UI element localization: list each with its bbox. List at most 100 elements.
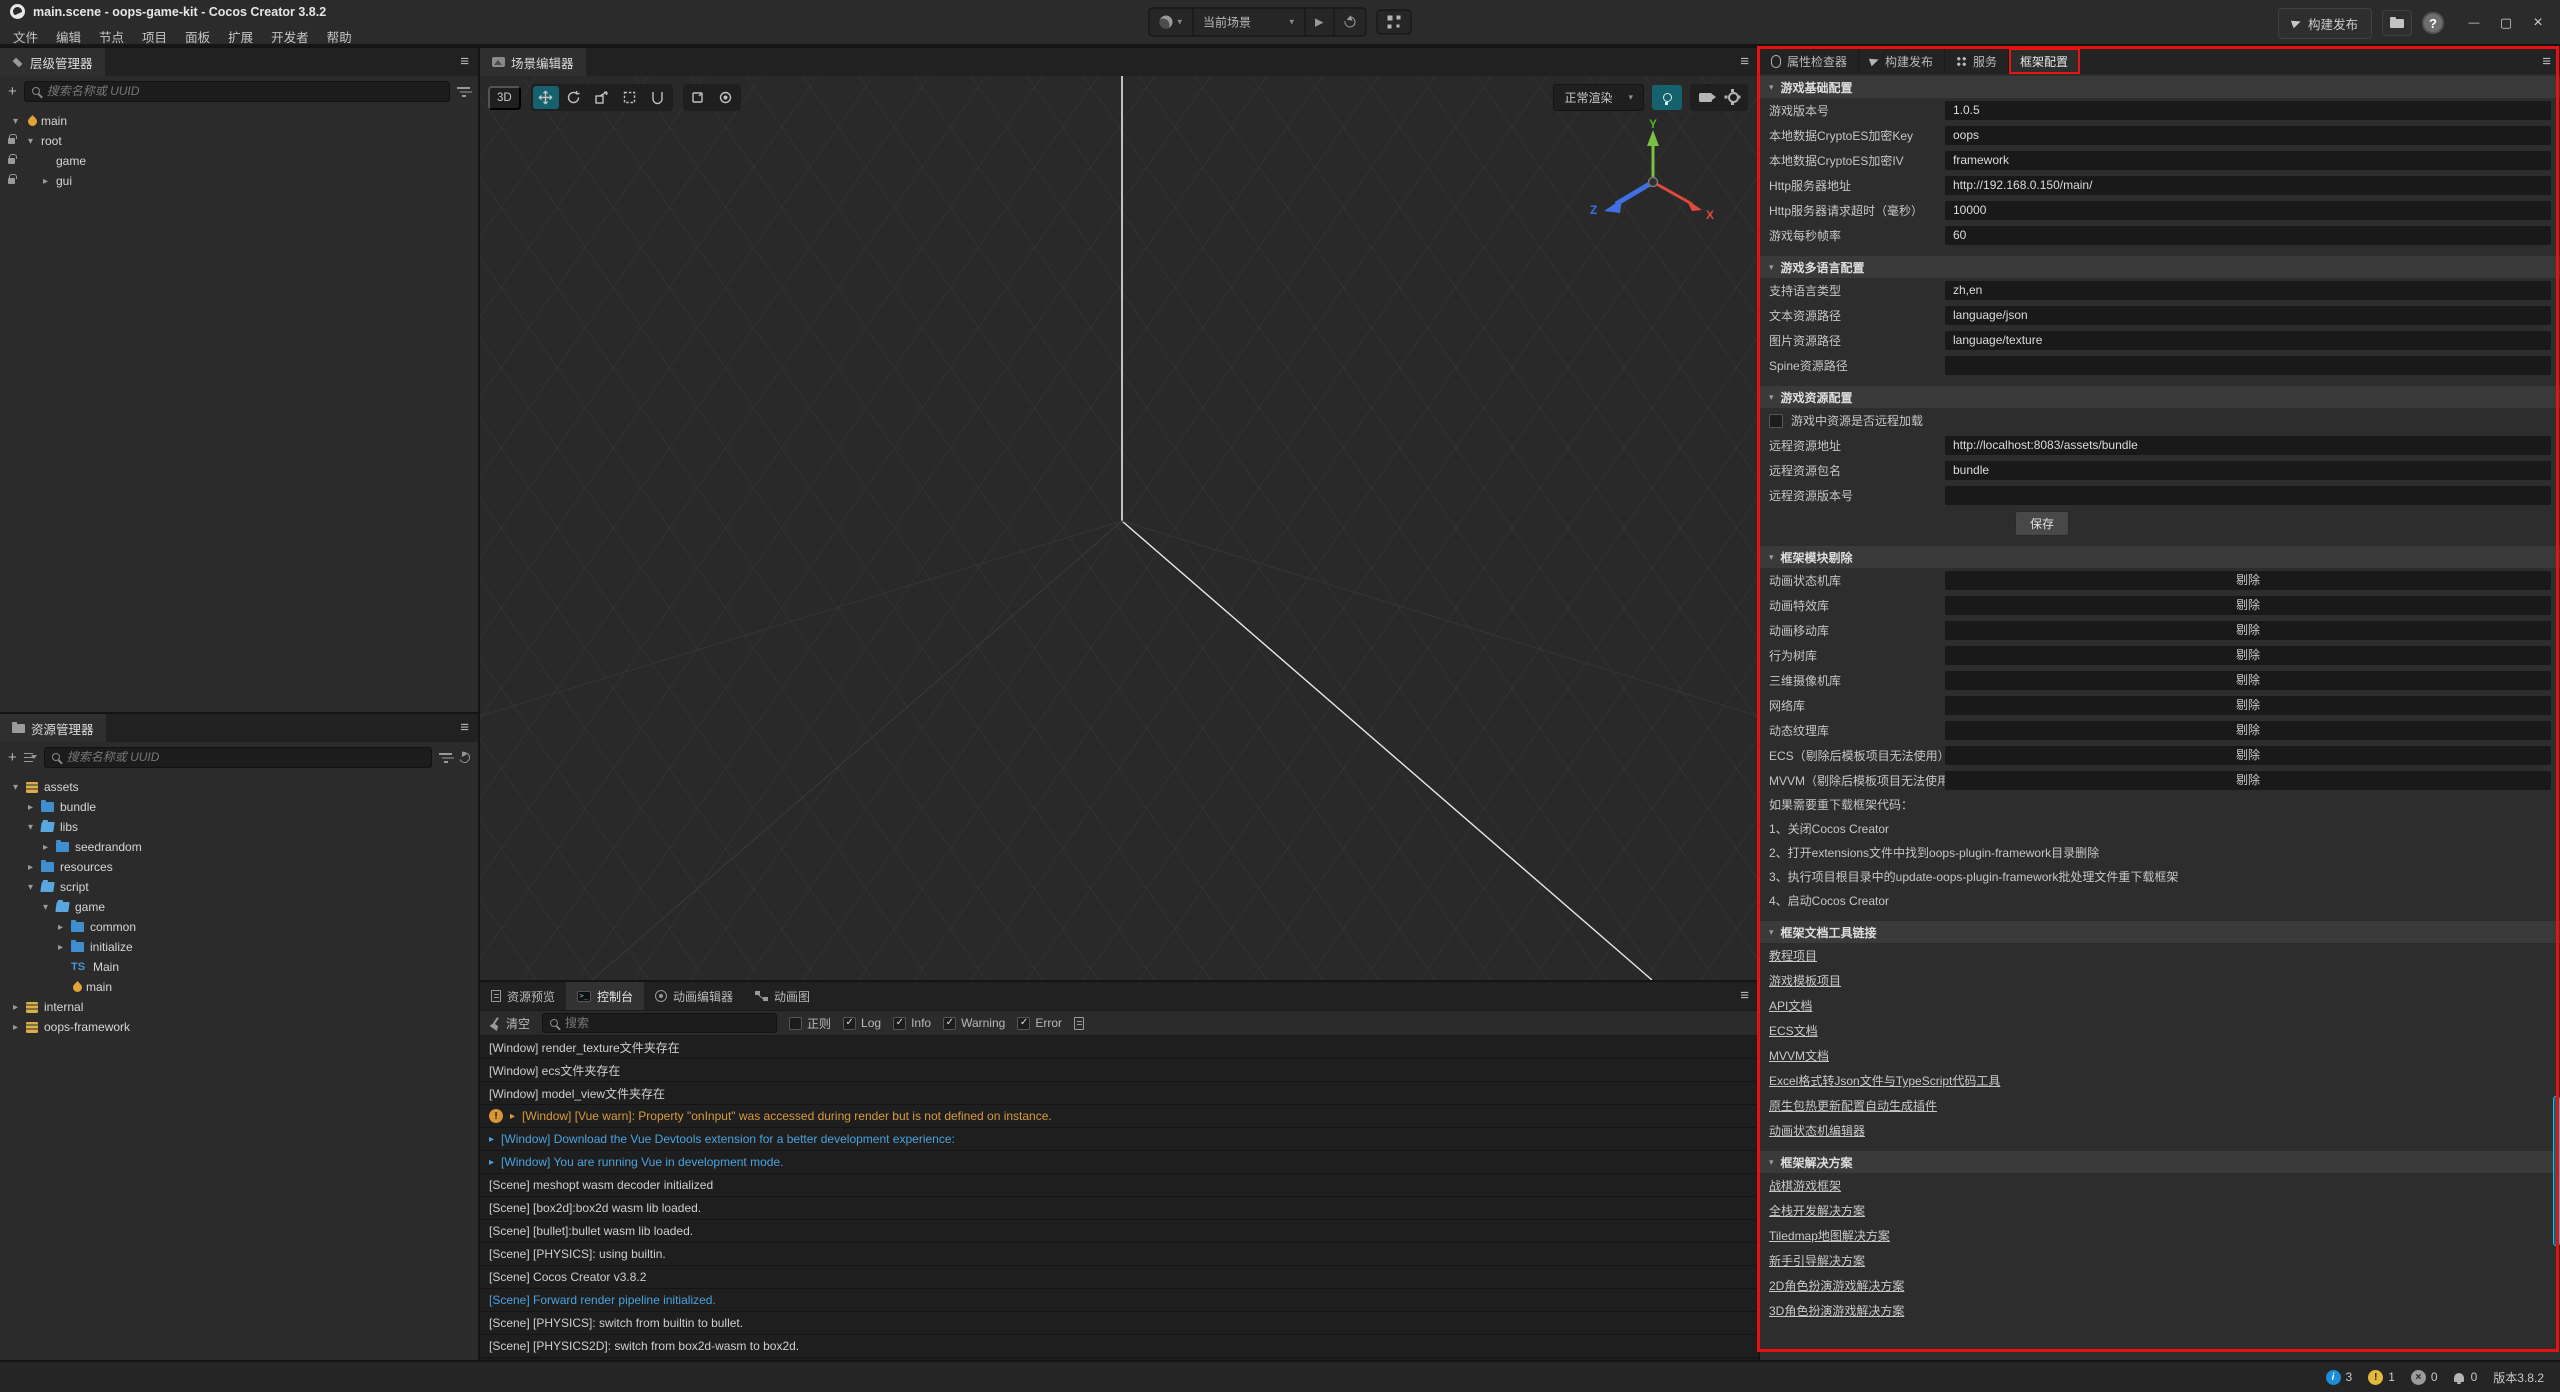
log-row[interactable]: ! ▸ [Window] Download the Vue Devtools e… (480, 1128, 1758, 1151)
solution-link[interactable]: Tiledmap地图解决方案 (1769, 1227, 1890, 1244)
field-input[interactable]: 1.0.5 (1945, 101, 2551, 120)
tree-item[interactable]: root (0, 131, 478, 151)
tree-item[interactable]: bundle (0, 797, 478, 817)
expand-arrow-icon[interactable] (43, 902, 56, 913)
scrollbar-thumb[interactable] (2553, 1096, 2560, 1246)
solution-link[interactable]: 2D角色扮演游戏解决方案 (1769, 1277, 1904, 1294)
menu-item[interactable]: 开发者 (262, 25, 318, 48)
restart-preview-button[interactable] (1335, 9, 1366, 36)
field-input[interactable]: zh,en (1945, 281, 2551, 300)
sort-icon[interactable] (24, 752, 37, 763)
panel-menu-icon[interactable]: ≡ (1740, 987, 1749, 1004)
menu-item[interactable]: 文件 (4, 25, 47, 48)
rotate-tool-button[interactable] (561, 86, 587, 109)
scene-select-dropdown[interactable]: 当前场景▾ (1193, 9, 1305, 36)
open-log-file-button[interactable] (1074, 1017, 1084, 1030)
minimize-button[interactable] (2460, 10, 2488, 36)
section-solutions[interactable]: 框架解决方案 (1760, 1151, 2560, 1173)
scene-settings-button[interactable] (1720, 86, 1746, 109)
scale-tool-button[interactable] (589, 86, 615, 109)
log-filter-checkbox[interactable]: Info (893, 1016, 931, 1030)
field-input[interactable]: bundle (1945, 461, 2551, 480)
pivot-toggle-button[interactable] (685, 86, 711, 109)
expand-arrow-icon[interactable] (13, 116, 26, 127)
menu-item[interactable]: 扩展 (219, 25, 262, 48)
expand-arrow-icon[interactable] (28, 802, 41, 813)
console-log-list[interactable]: ! ▸ [Window] render_texture文件夹存在 ! ▸ [Wi… (480, 1036, 1758, 1360)
error-count[interactable]: ×0 (2411, 1370, 2438, 1385)
maximize-button[interactable] (2492, 10, 2520, 36)
log-row[interactable]: ! ▸ [Window] [Vue warn]: Property "onInp… (480, 1105, 1758, 1128)
preview-qr-button[interactable] (1377, 10, 1412, 35)
doc-link[interactable]: Excel格式转Json文件与TypeScript代码工具 (1769, 1072, 2000, 1089)
panel-menu-icon[interactable]: ≡ (460, 53, 469, 70)
inspector-tab[interactable]: 框架配置 (2009, 48, 2080, 74)
console-tab[interactable]: 动画图 (744, 982, 821, 1010)
console-tab[interactable]: 动画编辑器 (644, 982, 744, 1010)
console-tab[interactable]: 资源预览 (480, 982, 566, 1010)
expand-arrow-icon[interactable] (28, 862, 41, 873)
expand-arrow-icon[interactable] (13, 1022, 26, 1033)
tree-item[interactable]: game (0, 151, 478, 171)
expand-arrow-icon[interactable] (28, 882, 41, 893)
solution-link[interactable]: 全栈开发解决方案 (1769, 1202, 1865, 1219)
tree-item[interactable]: gui (0, 171, 478, 191)
tab-scene-editor[interactable]: 场景编辑器 (480, 48, 586, 76)
solution-link[interactable]: 战棋游戏框架 (1769, 1177, 1841, 1194)
tree-item[interactable]: libs (0, 817, 478, 837)
tree-item[interactable]: Main (0, 957, 478, 977)
field-input[interactable]: 60 (1945, 226, 2551, 245)
doc-link[interactable]: 教程项目 (1769, 947, 1817, 964)
expand-arrow-icon[interactable] (43, 176, 56, 187)
panel-menu-icon[interactable]: ≡ (460, 719, 469, 736)
log-filter-checkbox[interactable]: Error (1017, 1016, 1062, 1030)
field-input[interactable]: http://localhost:8083/assets/bundle (1945, 436, 2551, 455)
doc-link[interactable]: API文档 (1769, 997, 1812, 1014)
field-input[interactable]: language/json (1945, 306, 2551, 325)
expand-arrow-icon[interactable] (58, 922, 71, 933)
log-row[interactable]: ! ▸ [Scene] [PHYSICS]: using builtin. (480, 1243, 1758, 1266)
log-row[interactable]: ! ▸ [Window] ecs文件夹存在 (480, 1059, 1758, 1082)
module-remove-button[interactable]: 剔除 (1945, 621, 2551, 640)
field-input[interactable]: oops (1945, 126, 2551, 145)
doc-link[interactable]: MVVM文档 (1769, 1047, 1829, 1064)
console-search-input[interactable] (565, 1016, 769, 1030)
field-input[interactable]: http://192.168.0.150/main/ (1945, 176, 2551, 195)
close-button[interactable] (2524, 10, 2552, 36)
section-language-config[interactable]: 游戏多语言配置 (1760, 256, 2560, 278)
section-resource-config[interactable]: 游戏资源配置 (1760, 386, 2560, 408)
menu-item[interactable]: 节点 (90, 25, 133, 48)
module-remove-button[interactable]: 剔除 (1945, 646, 2551, 665)
module-remove-button[interactable]: 剔除 (1945, 771, 2551, 790)
log-row[interactable]: ! ▸ [Scene] [PHYSICS2D]: switch from box… (480, 1335, 1758, 1358)
doc-link[interactable]: ECS文档 (1769, 1022, 1818, 1039)
solution-link[interactable]: 新手引导解决方案 (1769, 1252, 1865, 1269)
log-row[interactable]: ! ▸ [Scene] [box2d]:box2d wasm lib loade… (480, 1197, 1758, 1220)
filter-icon[interactable] (457, 86, 470, 97)
log-row[interactable]: ! ▸ [Scene] Forward render pipeline init… (480, 1289, 1758, 1312)
field-input[interactable] (1945, 486, 2551, 505)
scene-viewport[interactable]: 3D 正常渲染▾ (480, 76, 1758, 980)
section-doc-links[interactable]: 框架文档工具链接 (1760, 921, 2560, 943)
preview-device-dropdown[interactable]: ▾ (1150, 9, 1194, 36)
log-row[interactable]: ! ▸ [Scene] [PHYSICS]: switch from built… (480, 1312, 1758, 1335)
field-input[interactable]: language/texture (1945, 331, 2551, 350)
tree-item[interactable]: game (0, 897, 478, 917)
field-input[interactable] (1945, 356, 2551, 375)
log-row[interactable]: ! ▸ [Scene] [bullet]:bullet wasm lib loa… (480, 1220, 1758, 1243)
inspector-tab[interactable]: 服务 (1945, 48, 2009, 74)
expand-arrow-icon[interactable] (28, 822, 41, 833)
tab-hierarchy[interactable]: 层级管理器 (0, 48, 105, 76)
log-filter-checkbox[interactable]: Log (843, 1016, 881, 1030)
tree-item[interactable]: oops-framework (0, 1017, 478, 1037)
menu-item[interactable]: 帮助 (318, 25, 361, 48)
solution-link[interactable]: 3D角色扮演游戏解决方案 (1769, 1302, 1904, 1319)
log-row[interactable]: ! ▸ [Scene] Cocos Creator v3.8.2 (480, 1266, 1758, 1289)
open-project-folder-button[interactable] (2382, 10, 2412, 36)
section-module-strip[interactable]: 框架模块剔除 (1760, 546, 2560, 568)
tree-item[interactable]: initialize (0, 937, 478, 957)
inspector-tab[interactable]: 属性检查器 (1760, 48, 1859, 74)
menu-item[interactable]: 编辑 (47, 25, 90, 48)
assets-search-input[interactable] (67, 750, 424, 764)
remote-load-checkbox[interactable] (1769, 414, 1783, 428)
